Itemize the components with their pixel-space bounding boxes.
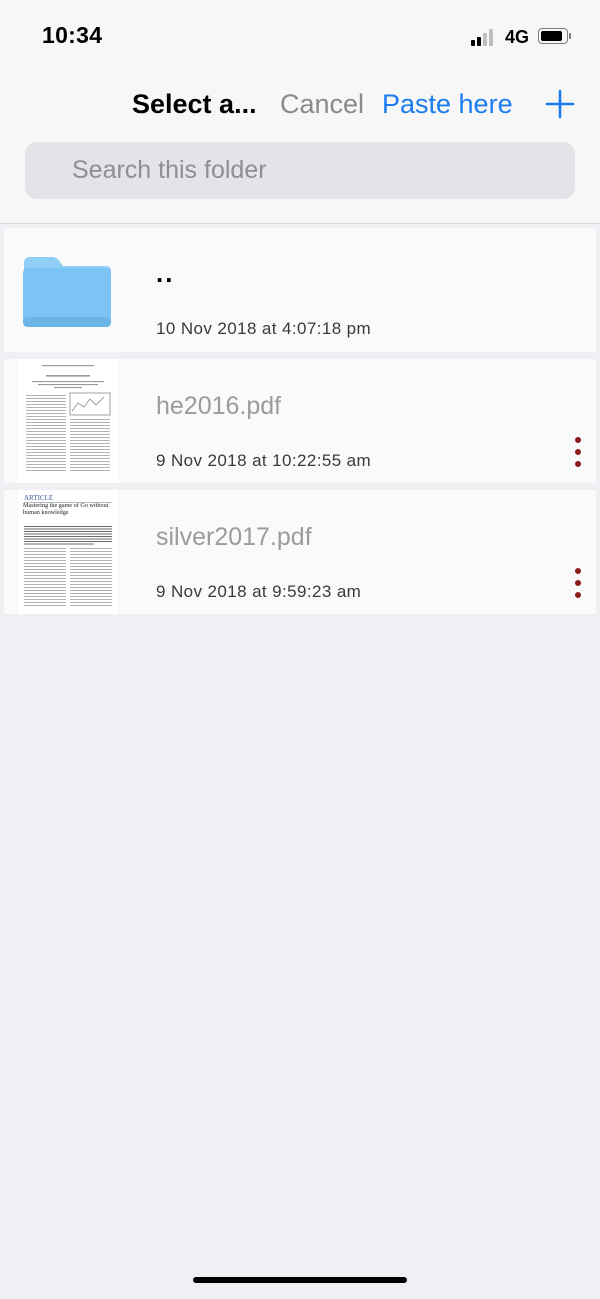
more-options-icon[interactable] — [570, 566, 586, 600]
pdf-thumbnail — [18, 359, 118, 483]
home-indicator[interactable] — [193, 1277, 407, 1283]
thumbnail-article-label: ARTICLE — [24, 494, 53, 502]
file-date: 9 Nov 2018 at 10:22:55 am — [156, 451, 372, 470]
thumbnail-title: Mastering the game of Go without human k… — [23, 503, 109, 516]
battery-icon — [538, 28, 571, 44]
file-name: .. — [156, 258, 175, 288]
list-item-file[interactable]: ARTICLE Mastering the game of Go without… — [4, 490, 596, 614]
search-field[interactable] — [25, 142, 575, 199]
network-type: 4G — [505, 27, 530, 47]
search-input[interactable] — [25, 142, 575, 199]
file-date: 10 Nov 2018 at 4:07:18 pm — [156, 319, 372, 338]
plus-icon[interactable] — [545, 89, 575, 119]
list-item-parent-folder[interactable]: .. 10 Nov 2018 at 4:07:18 pm — [4, 228, 596, 352]
status-time: 10:34 — [42, 22, 103, 48]
more-options-icon[interactable] — [570, 435, 586, 469]
pdf-thumbnail: ARTICLE Mastering the game of Go without… — [18, 490, 118, 614]
file-date: 9 Nov 2018 at 9:59:23 am — [156, 582, 362, 601]
file-name: silver2017.pdf — [156, 523, 312, 551]
list-item-file[interactable]: he2016.pdf 9 Nov 2018 at 10:22:55 am — [4, 359, 596, 483]
cancel-button[interactable]: Cancel — [280, 89, 364, 120]
status-bar: 10:34 4G — [0, 0, 600, 74]
header-area: 10:34 4G Select a... Cancel Paste here — [0, 0, 600, 224]
paste-here-button[interactable]: Paste here — [382, 89, 513, 120]
folder-icon — [22, 257, 112, 329]
file-name: he2016.pdf — [156, 392, 282, 420]
signal-icon — [471, 28, 497, 46]
nav-title: Select a... — [132, 89, 257, 119]
